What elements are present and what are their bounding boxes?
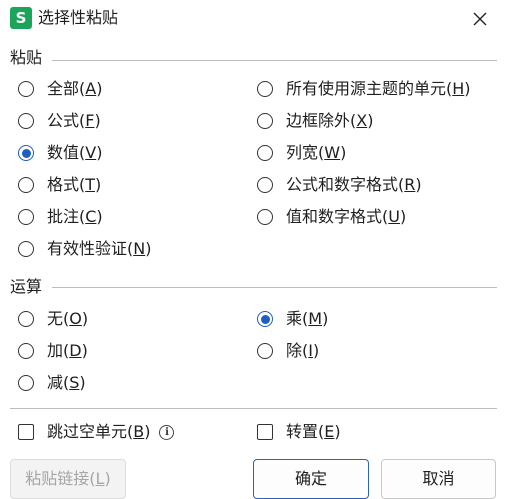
paste-option-validation-label: 有效性验证(N) <box>47 239 152 258</box>
radio-subtract[interactable] <box>18 375 34 391</box>
operation-option-none[interactable]: 无(O) <box>18 306 88 332</box>
skip-blanks-label: 跳过空单元(B) <box>47 422 151 441</box>
radio-except-borders[interactable] <box>257 113 273 129</box>
paste-option-values-number-formats-label: 值和数字格式(U) <box>286 207 407 226</box>
cancel-button[interactable]: 取消 <box>381 459 496 499</box>
paste-option-values[interactable]: 数值(V) <box>18 140 102 166</box>
paste-link-button[interactable]: 粘贴链接(L) <box>10 459 126 499</box>
paste-option-column-widths-label: 列宽(W) <box>286 143 347 162</box>
paste-option-formats-label: 格式(T) <box>47 175 102 194</box>
radio-comments[interactable] <box>18 209 34 225</box>
transpose-checkbox[interactable] <box>257 424 273 440</box>
paste-option-values-number-formats[interactable]: 值和数字格式(U) <box>257 204 406 230</box>
paste-option-formulas[interactable]: 公式(F) <box>18 108 101 134</box>
paste-option-source-theme-label: 所有使用源主题的单元(H) <box>286 79 471 98</box>
operation-option-divide-label: 除(I) <box>286 341 320 360</box>
options-divider <box>10 408 497 409</box>
transpose-label: 转置(E) <box>286 422 341 441</box>
radio-values-number-formats[interactable] <box>257 209 273 225</box>
operation-option-divide[interactable]: 除(I) <box>257 338 319 364</box>
operation-option-multiply[interactable]: 乘(M) <box>257 306 328 332</box>
app-icon: S <box>10 7 32 29</box>
operation-option-add-label: 加(D) <box>47 341 88 360</box>
paste-option-comments-label: 批注(C) <box>47 207 103 226</box>
paste-option-comments[interactable]: 批注(C) <box>18 204 103 230</box>
radio-source-theme[interactable] <box>257 81 273 97</box>
radio-formats[interactable] <box>18 177 34 193</box>
paste-option-except-borders[interactable]: 边框除外(X) <box>257 108 373 134</box>
operation-section-divider <box>52 287 497 288</box>
skip-blanks-checkbox[interactable] <box>18 424 34 440</box>
radio-validation[interactable] <box>18 241 34 257</box>
radio-all[interactable] <box>18 81 34 97</box>
paste-option-validation[interactable]: 有效性验证(N) <box>18 236 151 262</box>
title-bar: S 选择性粘贴 <box>0 0 507 38</box>
radio-values[interactable] <box>18 145 34 161</box>
transpose-option[interactable]: 转置(E) <box>257 419 341 445</box>
skip-blanks-option[interactable]: 跳过空单元(B) i <box>18 419 175 445</box>
paste-option-formulas-number-formats-label: 公式和数字格式(R) <box>286 175 422 194</box>
paste-option-all-label: 全部(A) <box>47 79 103 98</box>
paste-option-except-borders-label: 边框除外(X) <box>286 111 374 130</box>
paste-option-formulas-number-formats[interactable]: 公式和数字格式(R) <box>257 172 422 198</box>
close-icon <box>473 12 487 26</box>
operation-option-subtract-label: 减(S) <box>47 373 86 392</box>
radio-multiply[interactable] <box>257 311 273 327</box>
info-icon[interactable]: i <box>159 424 175 440</box>
radio-formulas-number-formats[interactable] <box>257 177 273 193</box>
paste-option-values-label: 数值(V) <box>47 143 103 162</box>
paste-section-divider <box>52 60 497 61</box>
operation-option-add[interactable]: 加(D) <box>18 338 88 364</box>
radio-none[interactable] <box>18 311 34 327</box>
radio-formulas[interactable] <box>18 113 34 129</box>
dialog-title: 选择性粘贴 <box>38 8 119 27</box>
paste-option-all[interactable]: 全部(A) <box>18 76 102 102</box>
paste-option-formulas-label: 公式(F) <box>47 111 101 130</box>
operation-option-multiply-label: 乘(M) <box>286 309 329 328</box>
paste-option-column-widths[interactable]: 列宽(W) <box>257 140 346 166</box>
paste-section-label: 粘贴 <box>10 48 43 67</box>
operation-option-subtract[interactable]: 减(S) <box>18 370 86 396</box>
radio-divide[interactable] <box>257 343 273 359</box>
radio-column-widths[interactable] <box>257 145 273 161</box>
paste-option-source-theme[interactable]: 所有使用源主题的单元(H) <box>257 76 471 102</box>
operation-section-label: 运算 <box>10 277 43 296</box>
radio-add[interactable] <box>18 343 34 359</box>
operation-option-none-label: 无(O) <box>47 309 89 328</box>
close-button[interactable] <box>466 5 494 33</box>
paste-option-formats[interactable]: 格式(T) <box>18 172 101 198</box>
ok-button[interactable]: 确定 <box>253 459 369 499</box>
